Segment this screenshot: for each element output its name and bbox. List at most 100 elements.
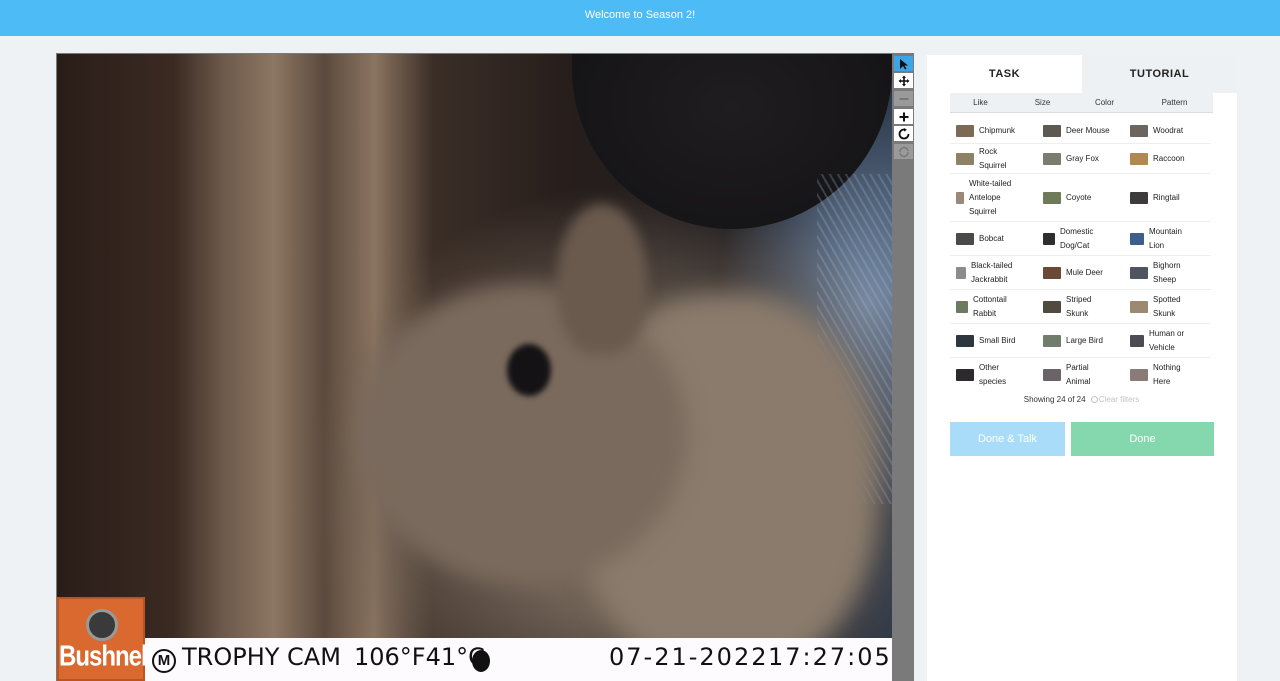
- species-mountain-lion[interactable]: Mountain Lion: [1124, 222, 1211, 256]
- species-other-species[interactable]: Other species: [950, 358, 1037, 392]
- species-label: Human or Vehicle: [1149, 328, 1185, 352]
- species-thumbnail: [956, 232, 974, 245]
- moon-phase-icon: [472, 650, 490, 672]
- species-partial-animal[interactable]: Partial Animal: [1037, 358, 1124, 392]
- species-thumbnail: [956, 300, 968, 313]
- tab-task[interactable]: TASK: [927, 55, 1082, 93]
- camera-date: 07-21-2022: [609, 643, 769, 671]
- species-small-bird[interactable]: Small Bird: [950, 324, 1037, 358]
- species-woodrat[interactable]: Woodrat: [1124, 118, 1211, 144]
- clear-filters-icon: [1090, 396, 1098, 403]
- brand-seal-icon: [86, 609, 118, 641]
- image-toolbar: [892, 54, 914, 164]
- species-thumbnail: [956, 334, 974, 347]
- species-black-tailed-jackrabbit[interactable]: Black-tailed Jackrabbit: [950, 256, 1037, 290]
- species-thumbnail: [1130, 191, 1148, 204]
- species-label: Mountain Lion: [1149, 226, 1182, 250]
- species-chipmunk[interactable]: Chipmunk: [950, 118, 1037, 144]
- move-icon[interactable]: [894, 73, 913, 88]
- species-label: Raccoon: [1153, 153, 1185, 163]
- species-thumbnail: [1130, 232, 1144, 245]
- species-thumbnail: [1043, 369, 1061, 381]
- species-domestic-dog-cat[interactable]: Domestic Dog/Cat: [1037, 222, 1124, 256]
- species-deer-mouse[interactable]: Deer Mouse: [1037, 118, 1124, 144]
- logo-text: Bushnell: [59, 640, 153, 673]
- done-button[interactable]: Done: [1071, 422, 1214, 456]
- species-thumbnail: [1130, 369, 1148, 381]
- zoom-in-icon[interactable]: [894, 109, 913, 124]
- tab-tutorial[interactable]: TUTORIAL: [1082, 55, 1237, 93]
- species-label: Bobcat: [979, 233, 1004, 243]
- showing-count: Showing 24 of 24 Clear filters: [950, 395, 1213, 404]
- species-white-tailed-antelope-squirrel[interactable]: White-tailed Antelope Squirrel: [950, 174, 1037, 222]
- species-label: Partial Animal: [1066, 363, 1091, 386]
- species-gray-fox[interactable]: Gray Fox: [1037, 144, 1124, 174]
- species-label: White-tailed Antelope Squirrel: [969, 178, 1012, 216]
- species-label: Striped Skunk: [1066, 294, 1092, 318]
- species-label: Deer Mouse: [1066, 125, 1110, 135]
- pointer-icon[interactable]: [894, 56, 913, 71]
- species-spotted-skunk[interactable]: Spotted Skunk: [1124, 290, 1211, 324]
- species-thumbnail: [1130, 266, 1148, 279]
- camera-trap-image[interactable]: [57, 54, 892, 681]
- species-thumbnail: [1043, 124, 1061, 137]
- done-and-talk-button[interactable]: Done & Talk: [950, 422, 1065, 456]
- species-coyote[interactable]: Coyote: [1037, 174, 1124, 222]
- species-label: Rock Squirrel: [979, 146, 1007, 170]
- subject-viewer[interactable]: Bushnell M TROPHY CAM 106°F41°C 07-21-20…: [56, 53, 914, 681]
- species-label: Large Bird: [1066, 335, 1103, 345]
- species-bighorn-sheep[interactable]: Bighorn Sheep: [1124, 256, 1211, 290]
- species-label: Mule Deer: [1066, 267, 1103, 277]
- reset-icon[interactable]: [894, 144, 913, 159]
- filter-pattern[interactable]: Pattern: [1136, 93, 1213, 113]
- species-label: Domestic Dog/Cat: [1060, 226, 1094, 250]
- species-label: Other species: [979, 363, 1007, 386]
- species-label: Spotted Skunk: [1153, 294, 1181, 318]
- species-thumbnail: [1130, 334, 1144, 347]
- brand-mark-icon: M: [152, 649, 176, 673]
- species-human-or-vehicle[interactable]: Human or Vehicle: [1124, 324, 1211, 358]
- species-thumbnail: [956, 191, 964, 204]
- species-thumbnail: [1130, 300, 1148, 313]
- announcement-banner: Welcome to Season 2!: [0, 0, 1280, 36]
- species-striped-skunk[interactable]: Striped Skunk: [1037, 290, 1124, 324]
- species-label: Bighorn Sheep: [1153, 260, 1181, 284]
- filter-size[interactable]: Size: [1012, 93, 1073, 113]
- species-large-bird[interactable]: Large Bird: [1037, 324, 1124, 358]
- banner-text: Welcome to Season 2!: [584, 9, 696, 21]
- camera-model: TROPHY CAM: [182, 643, 341, 671]
- clear-filters-link[interactable]: Clear filters: [1099, 395, 1139, 404]
- task-panel: TASK TUTORIAL Like Size Color Pattern Ch…: [927, 55, 1237, 681]
- zoom-out-icon[interactable]: [894, 91, 913, 106]
- species-thumbnail: [1130, 152, 1148, 165]
- species-ringtail[interactable]: Ringtail: [1124, 174, 1211, 222]
- species-cottontail-rabbit[interactable]: Cottontail Rabbit: [950, 290, 1037, 324]
- filter-like[interactable]: Like: [950, 93, 1011, 113]
- species-label: Chipmunk: [979, 125, 1016, 135]
- species-rock-squirrel[interactable]: Rock Squirrel: [950, 144, 1037, 174]
- camera-temperature: 106°F41°C: [354, 643, 485, 671]
- species-label: Small Bird: [979, 335, 1016, 345]
- species-thumbnail: [1043, 300, 1061, 313]
- panel-tabs: TASK TUTORIAL: [927, 55, 1237, 93]
- filter-bar: Like Size Color Pattern: [950, 93, 1213, 113]
- species-label: Woodrat: [1153, 125, 1184, 135]
- species-thumbnail: [956, 266, 966, 279]
- species-bobcat[interactable]: Bobcat: [950, 222, 1037, 256]
- species-label: Ringtail: [1153, 192, 1180, 202]
- species-label: Gray Fox: [1066, 153, 1099, 163]
- species-nothing-here[interactable]: Nothing Here: [1124, 358, 1211, 392]
- species-label: Black-tailed Jackrabbit: [971, 260, 1013, 284]
- species-raccoon[interactable]: Raccoon: [1124, 144, 1211, 174]
- species-thumbnail: [956, 369, 974, 381]
- species-thumbnail: [1043, 152, 1061, 165]
- species-thumbnail: [1043, 232, 1055, 245]
- rotate-icon[interactable]: [894, 126, 913, 141]
- species-mule-deer[interactable]: Mule Deer: [1037, 256, 1124, 290]
- species-thumbnail: [1043, 191, 1061, 204]
- filter-color[interactable]: Color: [1074, 93, 1135, 113]
- species-thumbnail: [956, 124, 974, 137]
- species-thumbnail: [956, 152, 974, 165]
- camera-brand-logo: Bushnell: [57, 597, 153, 681]
- showing-text: Showing 24 of 24: [1023, 395, 1086, 404]
